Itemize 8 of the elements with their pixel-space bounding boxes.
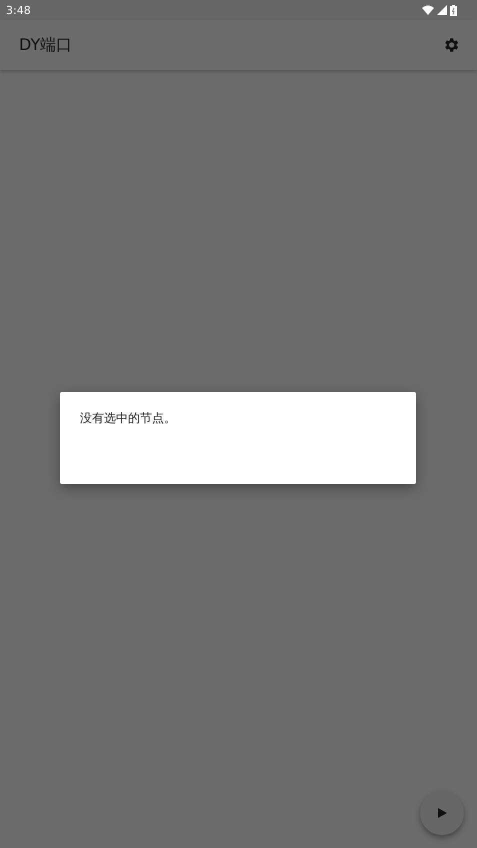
battery-icon [450, 4, 457, 16]
signal-icon [437, 5, 447, 15]
play-icon [436, 807, 448, 819]
play-button[interactable] [420, 791, 464, 835]
wifi-icon [422, 5, 434, 15]
dialog-message: 没有选中的节点。 [80, 411, 176, 425]
status-time: 3:48 [6, 4, 31, 16]
app-title: DY端口 [19, 34, 72, 56]
